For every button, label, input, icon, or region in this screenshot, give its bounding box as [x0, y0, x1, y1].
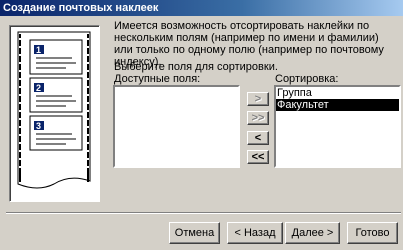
sort-item-fakultet[interactable]: Факультет [276, 99, 399, 111]
add-all-button[interactable]: >> [247, 111, 269, 125]
label-sheet-illustration: 1 2 3 [9, 25, 100, 202]
remove-one-button[interactable]: < [247, 131, 269, 145]
prompt-text: Выберите поля для сортировки. [114, 61, 278, 73]
label-number-2: 2 [36, 83, 41, 93]
cancel-button[interactable]: Отмена [169, 222, 220, 244]
label-number-3: 3 [36, 121, 41, 131]
window-title: Создание почтовых наклеек [0, 0, 403, 16]
footer-divider [6, 212, 401, 214]
add-one-button[interactable]: > [247, 92, 269, 106]
label-sheet-icon: 1 2 3 [17, 31, 91, 189]
label-number-1: 1 [36, 45, 41, 55]
available-fields-label: Доступные поля: [114, 73, 201, 85]
sort-item-gruppa[interactable]: Группа [276, 87, 399, 99]
finish-button[interactable]: Готово [347, 222, 398, 244]
sort-fields-label: Сортировка: [275, 73, 339, 85]
available-fields-list[interactable] [113, 85, 240, 168]
sort-fields-list[interactable]: Группа Факультет [274, 85, 401, 168]
remove-all-button[interactable]: << [247, 150, 269, 164]
back-button[interactable]: < Назад [227, 222, 283, 244]
next-button[interactable]: Далее > [285, 222, 340, 244]
